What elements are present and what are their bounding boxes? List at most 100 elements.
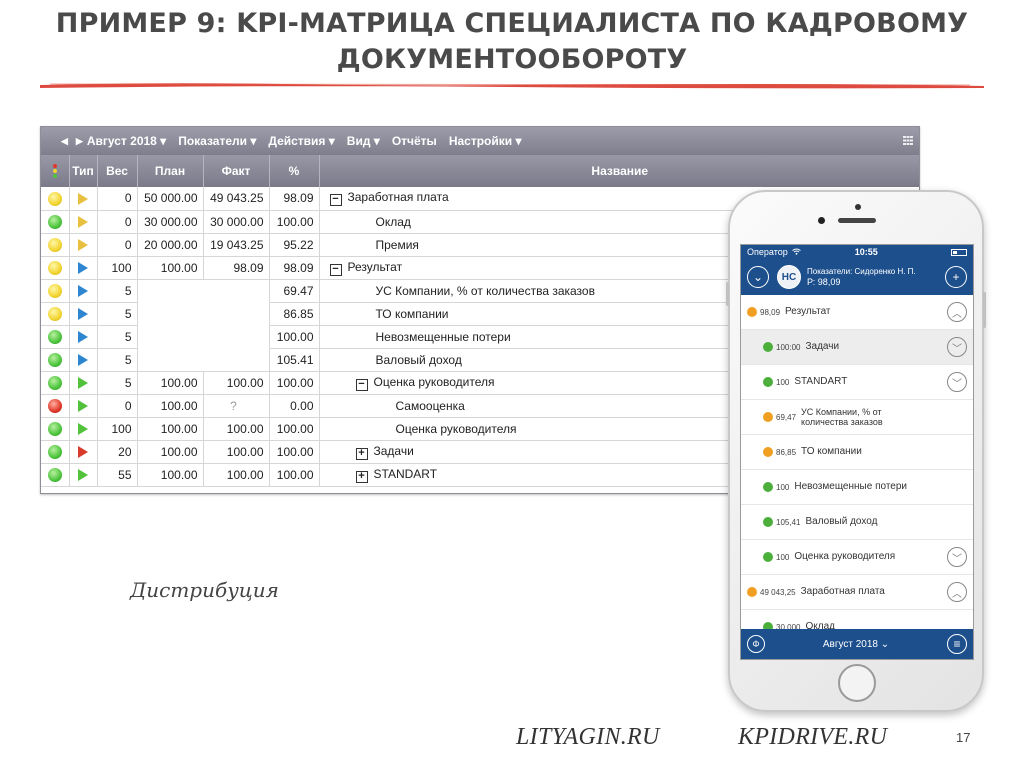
weight-cell[interactable]: 5 — [97, 348, 138, 372]
percent-cell[interactable]: 100.00 — [269, 371, 320, 395]
list-item[interactable]: 100:00 Задачи ﹀ — [741, 330, 973, 365]
type-cell — [69, 440, 98, 464]
col-name-header[interactable]: Название — [319, 155, 919, 187]
plan-cell[interactable]: 100.00 — [137, 463, 204, 487]
plan-cell[interactable]: 100.00 — [137, 440, 204, 464]
fact-cell[interactable]: 100.00 — [203, 440, 270, 464]
col-weight-header[interactable]: Вес — [97, 155, 138, 187]
collapse-icon[interactable]: − — [329, 194, 342, 207]
weight-cell[interactable]: 5 — [97, 325, 138, 349]
fact-cell[interactable]: 49 043.25 — [203, 187, 270, 211]
list-item[interactable]: 69,47 УС Компании, % от количества заказо… — [741, 400, 973, 435]
fact-cell[interactable]: 100.00 — [203, 463, 270, 487]
weight-cell[interactable]: 55 — [97, 463, 138, 487]
filter-button[interactable]: Φ — [747, 635, 765, 653]
chevron-down-icon[interactable]: ﹀ — [947, 547, 967, 567]
prev-period-icon[interactable]: ◀ — [61, 136, 68, 147]
weight-cell[interactable]: 0 — [97, 187, 138, 211]
percent-cell[interactable]: 98.09 — [269, 256, 320, 280]
plan-cell[interactable]: 30 000.00 — [137, 210, 204, 234]
percent-cell[interactable]: 0.00 — [269, 394, 320, 418]
fact-cell[interactable]: 100.00 — [203, 371, 270, 395]
col-plan-header[interactable]: План — [137, 155, 204, 187]
type-cell — [69, 233, 98, 257]
weight-cell[interactable]: 100 — [97, 256, 138, 280]
list-item[interactable]: 49 043,25 Заработная плата ︿ — [741, 575, 973, 610]
period-selector[interactable]: Август 2018 ⌄ — [765, 639, 947, 650]
status-dot-icon — [47, 352, 62, 367]
expand-icon[interactable]: + — [355, 470, 368, 483]
col-type-header[interactable]: Тип — [69, 155, 98, 187]
chevron-up-icon[interactable]: ︿ — [947, 302, 967, 322]
list-item[interactable]: 100 STANDART ﹀ — [741, 365, 973, 400]
grid-view-icon[interactable] — [903, 134, 913, 148]
add-button[interactable]: + — [945, 266, 967, 288]
percent-cell[interactable]: 100.00 — [269, 417, 320, 441]
weight-cell[interactable]: 5 — [97, 279, 138, 303]
plan-cell[interactable]: 50 000.00 — [137, 187, 204, 211]
avatar[interactable]: НС — [777, 265, 801, 289]
plan-cell[interactable]: 100.00 — [137, 394, 204, 418]
menu-view[interactable]: Вид ▾ — [347, 134, 380, 148]
list-item[interactable]: 100 Невозмещенные потери — [741, 470, 973, 505]
expand-icon[interactable]: + — [355, 447, 368, 460]
period-menu[interactable]: Август 2018 ▾ — [87, 134, 166, 148]
percent-cell[interactable]: 100.00 — [269, 325, 320, 349]
plan-cell[interactable]: 100.00 — [137, 417, 204, 441]
col-fact-header[interactable]: Факт — [203, 155, 270, 187]
status-dot-icon — [763, 447, 773, 457]
chevron-down-icon[interactable]: ﹀ — [947, 372, 967, 392]
percent-cell[interactable]: 100.00 — [269, 440, 320, 464]
plan-cell[interactable]: 100.00 — [137, 371, 204, 395]
list-item-label: Оценка руководителя — [794, 551, 896, 562]
plan-cell[interactable]: 20 000.00 — [137, 233, 204, 257]
percent-cell[interactable]: 100.00 — [269, 463, 320, 487]
weight-cell[interactable]: 20 — [97, 440, 138, 464]
list-item-label: STANDART — [794, 376, 848, 387]
next-period-icon[interactable]: ▶ — [76, 136, 83, 147]
percent-cell[interactable]: 69.47 — [269, 279, 320, 303]
menu-reports[interactable]: Отчёты — [392, 134, 437, 148]
footer-site-lityagin[interactable]: LITYAGIN.RU — [516, 724, 660, 751]
weight-cell[interactable]: 0 — [97, 210, 138, 234]
weight-cell[interactable]: 5 — [97, 302, 138, 326]
plan-cell[interactable]: 100.00 — [137, 256, 204, 280]
chevron-up-icon[interactable]: ︿ — [947, 582, 967, 602]
menu-actions[interactable]: Действия ▾ — [268, 134, 334, 148]
col-status-header[interactable] — [41, 155, 70, 187]
status-cell — [41, 279, 70, 303]
weight-cell[interactable]: 100 — [97, 417, 138, 441]
menu-button[interactable]: ≡ — [947, 634, 967, 654]
menu-settings[interactable]: Настройки ▾ — [449, 134, 522, 148]
list-item[interactable]: 105,41 Валовый доход — [741, 505, 973, 540]
type-cell — [69, 417, 98, 441]
fact-cell[interactable]: 98.09 — [203, 256, 270, 280]
weight-cell[interactable]: 5 — [97, 371, 138, 395]
weight-cell[interactable]: 0 — [97, 394, 138, 418]
collapse-icon[interactable]: − — [355, 378, 368, 391]
percent-cell[interactable]: 95.22 — [269, 233, 320, 257]
fact-cell[interactable]: ? — [203, 394, 270, 418]
chevron-down-icon: ⌄ — [752, 270, 764, 284]
percent-cell[interactable]: 100.00 — [269, 210, 320, 234]
list-item[interactable]: 100 Оценка руководителя ﹀ — [741, 540, 973, 575]
list-item[interactable]: 98,09 Результат ︿ — [741, 295, 973, 330]
percent-cell[interactable]: 105.41 — [269, 348, 320, 372]
fact-cell[interactable]: 30 000.00 — [203, 210, 270, 234]
type-flag-icon — [78, 331, 88, 344]
slide-title: ПРИМЕР 9: KPI-МАТРИЦА СПЕЦИАЛИСТА ПО КАД… — [40, 6, 984, 78]
footer-site-kpidrive[interactable]: KPIDRIVE.RU — [738, 724, 887, 751]
menu-indicators[interactable]: Показатели ▾ — [178, 134, 256, 148]
chevron-down-icon[interactable]: ﹀ — [947, 337, 967, 357]
fact-cell[interactable]: 19 043.25 — [203, 233, 270, 257]
percent-cell[interactable]: 86.85 — [269, 302, 320, 326]
fact-cell[interactable]: 100.00 — [203, 417, 270, 441]
list-item[interactable]: 86,85 ТО компании — [741, 435, 973, 470]
weight-cell[interactable]: 0 — [97, 233, 138, 257]
percent-cell[interactable]: 98.09 — [269, 187, 320, 211]
status-dot-icon — [763, 412, 773, 422]
phone-home-button[interactable] — [838, 664, 876, 702]
collapse-icon[interactable]: − — [329, 263, 342, 276]
collapse-all-button[interactable]: ⌄ — [747, 266, 769, 288]
col-percent-header[interactable]: % — [269, 155, 320, 187]
